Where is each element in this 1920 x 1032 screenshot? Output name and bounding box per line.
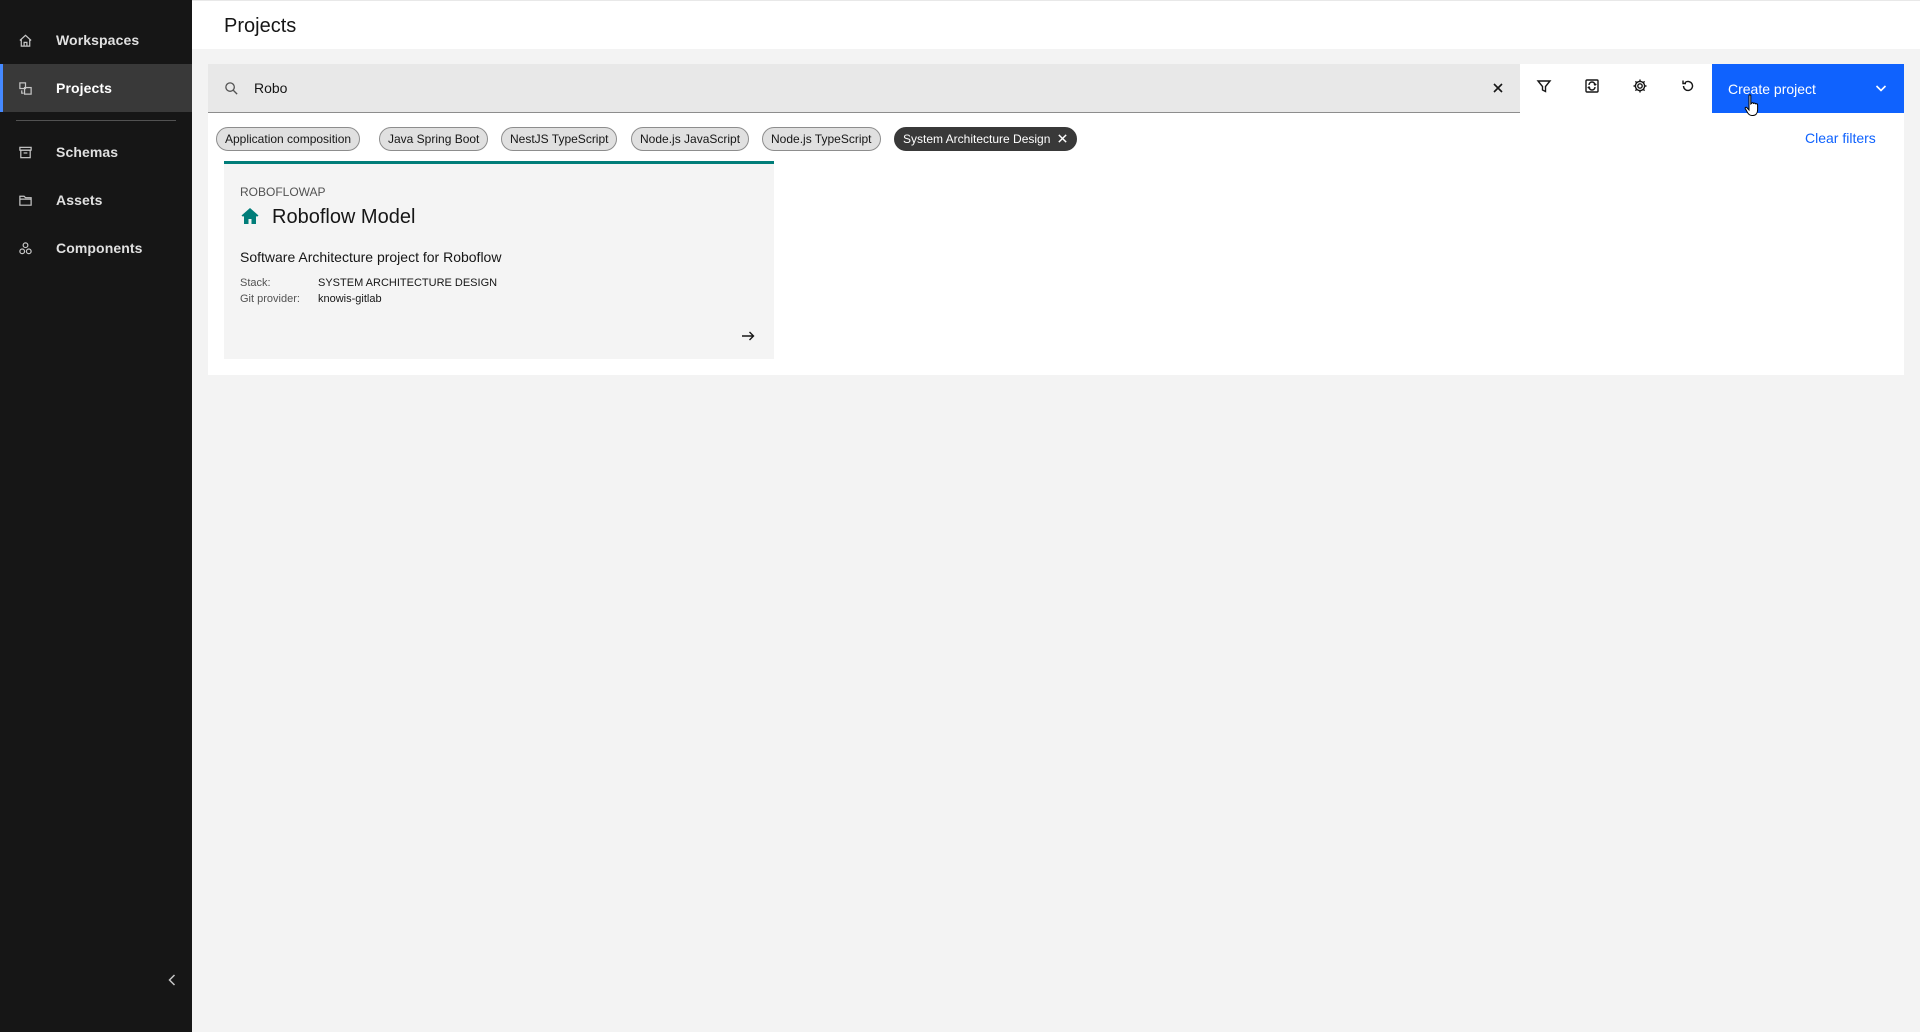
settings-button[interactable] <box>1616 64 1664 113</box>
sidebar-item-assets[interactable]: Assets <box>0 176 192 224</box>
home-icon <box>17 32 33 48</box>
project-title: Roboflow Model <box>272 206 416 228</box>
sidebar-item-label: Workspaces <box>56 32 140 48</box>
project-key: ROBOFLOWAP <box>240 185 326 199</box>
sidebar-item-components[interactable]: Components <box>0 224 192 272</box>
collapse-sidebar-button[interactable] <box>160 970 184 994</box>
filter-icon <box>1536 78 1552 99</box>
clear-filters-link[interactable]: Clear filters <box>1805 130 1876 146</box>
search-bar <box>208 64 1520 113</box>
create-project-button[interactable]: Create project <box>1712 64 1904 113</box>
filter-tag-label: Node.js TypeScript <box>771 132 872 146</box>
stack-label: Stack: <box>240 277 271 289</box>
sidebar-item-label: Schemas <box>56 144 119 160</box>
toolbar: Create project <box>208 64 1904 113</box>
sidebar-item-label: Components <box>56 240 143 256</box>
git-provider-value: knowis-gitlab <box>318 293 382 305</box>
search-icon <box>224 81 240 97</box>
reset-icon <box>1680 78 1696 99</box>
sidebar-item-label: Projects <box>56 80 113 96</box>
search-input[interactable] <box>254 76 1454 100</box>
arrow-right-icon[interactable] <box>740 328 756 344</box>
sidebar-item-label: Assets <box>56 192 103 208</box>
filter-tag[interactable]: Node.js JavaScript <box>631 127 750 151</box>
sync-icon <box>1584 78 1600 99</box>
filter-tag-label: Application composition <box>225 132 352 146</box>
sidebar-item-projects[interactable]: Projects <box>0 64 192 112</box>
page-title: Projects <box>224 15 297 37</box>
settings-icon <box>1632 78 1648 99</box>
schemas-icon <box>17 144 33 160</box>
filter-button[interactable] <box>1520 64 1568 113</box>
filter-tag-label: System Architecture Design <box>903 132 1051 146</box>
filter-tag-selected[interactable]: System Architecture Design <box>894 127 1078 151</box>
create-project-label: Create project <box>1728 80 1816 97</box>
filter-tag-label: NestJS TypeScript <box>510 132 609 146</box>
components-icon <box>17 240 33 256</box>
stack-value: SYSTEM ARCHITECTURE DESIGN <box>318 277 498 289</box>
chevron-down-icon <box>1874 81 1888 95</box>
sidebar-item-workspaces[interactable]: Workspaces <box>0 16 192 64</box>
page-header: Projects <box>192 0 1920 49</box>
sidebar-item-schemas[interactable]: Schemas <box>0 128 192 176</box>
projects-icon <box>17 80 33 96</box>
side-nav: Workspaces Projects Schemas Assets Compo… <box>0 0 192 1032</box>
filter-tag[interactable]: Application composition <box>216 127 361 151</box>
home-icon <box>240 206 260 226</box>
folder-icon <box>17 192 33 208</box>
filter-tag[interactable]: Java Spring Boot <box>379 127 489 151</box>
mouse-cursor <box>1744 94 1762 118</box>
project-card[interactable]: ROBOFLOWAP Roboflow Model Software Archi… <box>224 161 774 359</box>
chevron-left-icon <box>165 973 179 992</box>
git-provider-label: Git provider: <box>240 293 300 305</box>
filter-tag-label: Node.js JavaScript <box>640 132 741 146</box>
nav-divider <box>16 120 176 121</box>
filter-tag[interactable]: NestJS TypeScript <box>501 127 618 151</box>
reset-button[interactable] <box>1664 64 1712 113</box>
sync-button[interactable] <box>1568 64 1616 113</box>
filter-tag-label: Java Spring Boot <box>388 132 480 146</box>
filter-tag[interactable]: Node.js TypeScript <box>762 127 881 151</box>
project-description: Software Architecture project for Robofl… <box>240 249 502 265</box>
clear-search-icon[interactable] <box>1492 81 1508 97</box>
close-icon[interactable] <box>1057 133 1069 145</box>
